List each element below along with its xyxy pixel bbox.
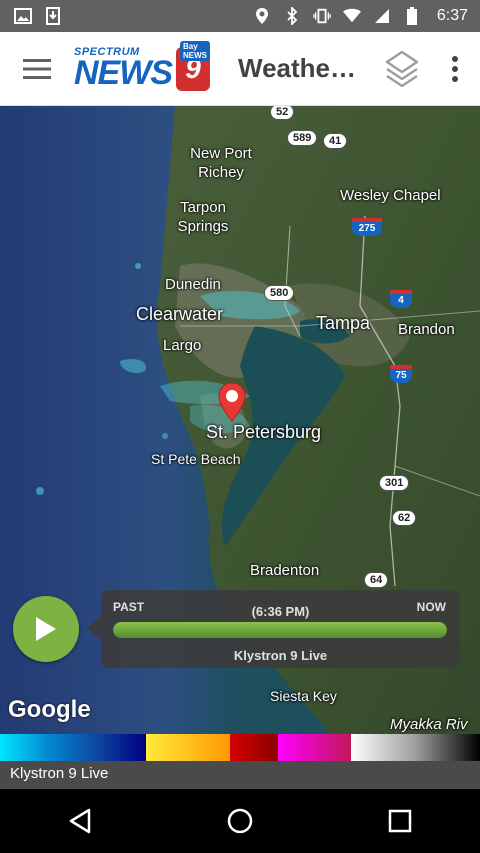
timeline-time-label: (6:36 PM) <box>251 604 310 619</box>
brand-bay-text: Bay NEWS <box>180 40 210 61</box>
legend-layer-label: Klystron 9 Live <box>0 761 480 789</box>
legend-segment <box>351 734 480 761</box>
more-vert-icon <box>452 55 458 82</box>
place-bradenton: Bradenton <box>250 562 320 579</box>
back-icon <box>69 808 91 834</box>
route-589-shield: 589 <box>287 130 318 146</box>
home-button[interactable] <box>210 791 270 851</box>
route-41-shield: 41 <box>323 133 348 149</box>
recents-button[interactable] <box>370 791 430 851</box>
place-tampa: Tampa <box>316 313 371 333</box>
place-st-pete-beach: St Pete Beach <box>151 451 241 467</box>
play-button[interactable] <box>13 596 79 662</box>
play-icon <box>36 617 56 641</box>
status-time: 6:37 <box>436 7 468 24</box>
timeline-progress-fill <box>113 622 447 638</box>
vibrate-icon <box>313 7 331 25</box>
page-title: Weathe… <box>238 53 356 83</box>
radar-color-legend <box>0 734 480 761</box>
wifi-icon <box>342 7 361 25</box>
route-64-shield: 64 <box>364 572 389 588</box>
interstate-4-shield: 4 <box>390 290 412 308</box>
legend-segment <box>0 734 146 761</box>
place-largo: Largo <box>163 337 202 354</box>
route-52-shield: 52 <box>270 106 295 120</box>
layers-button[interactable] <box>374 32 430 106</box>
place-st-petersburg: St. Petersburg <box>206 422 322 442</box>
place-myakka: Myakka Riv <box>390 716 468 733</box>
google-logo: Google <box>8 696 91 723</box>
place-tarpon-springs: Tarpon Springs <box>177 199 229 235</box>
battery-icon <box>403 7 421 25</box>
interstate-275-shield: 275 <box>352 218 382 236</box>
legend-segment <box>146 734 230 761</box>
timeline-now-label: NOW <box>416 600 446 614</box>
download-icon <box>44 7 62 25</box>
spectrum-news-logo: SPECTRUM NEWS Bay NEWS 9 <box>74 32 224 106</box>
interstate-75-shield: 75 <box>390 365 412 383</box>
brand-news-text: NEWS <box>74 54 173 93</box>
legend-segment <box>278 734 351 761</box>
location-icon <box>253 7 271 25</box>
place-brandon: Brandon <box>398 321 455 338</box>
timeline-layer-label: Klystron 9 Live <box>233 648 328 663</box>
app-bar: SPECTRUM NEWS Bay NEWS 9 Weathe… <box>0 32 480 106</box>
bay-news-9-badge: Bay NEWS 9 <box>176 40 210 91</box>
place-wesley-chapel: Wesley Chapel <box>340 187 441 204</box>
bluetooth-icon <box>283 7 301 25</box>
route-301-shield: 301 <box>379 475 410 491</box>
place-siesta-key: Siesta Key <box>270 688 337 704</box>
radar-map[interactable]: 52 589 41 275 580 4 75 301 62 64 New Por… <box>0 106 480 734</box>
home-icon <box>227 808 253 834</box>
menu-button[interactable] <box>0 32 74 106</box>
status-bar: 6:37 <box>0 0 480 32</box>
place-dunedin: Dunedin <box>165 276 221 293</box>
timeline-slider[interactable] <box>113 622 447 638</box>
signal-icon <box>373 7 391 25</box>
image-icon <box>14 7 32 25</box>
legend-segment <box>230 734 278 761</box>
system-nav-bar <box>0 789 480 853</box>
hamburger-icon <box>23 58 51 79</box>
location-pin-icon[interactable] <box>217 382 247 422</box>
more-options-button[interactable] <box>430 32 480 106</box>
timeline-panel: PAST (6:36 PM) NOW Klystron 9 Live <box>87 590 460 668</box>
route-580-shield: 580 <box>264 285 295 301</box>
route-62-shield: 62 <box>392 510 417 526</box>
place-new-port-richey: New Port Richey <box>190 145 252 181</box>
back-button[interactable] <box>50 791 110 851</box>
layers-icon <box>385 50 419 87</box>
recents-icon <box>388 809 412 833</box>
place-clearwater: Clearwater <box>136 304 224 324</box>
